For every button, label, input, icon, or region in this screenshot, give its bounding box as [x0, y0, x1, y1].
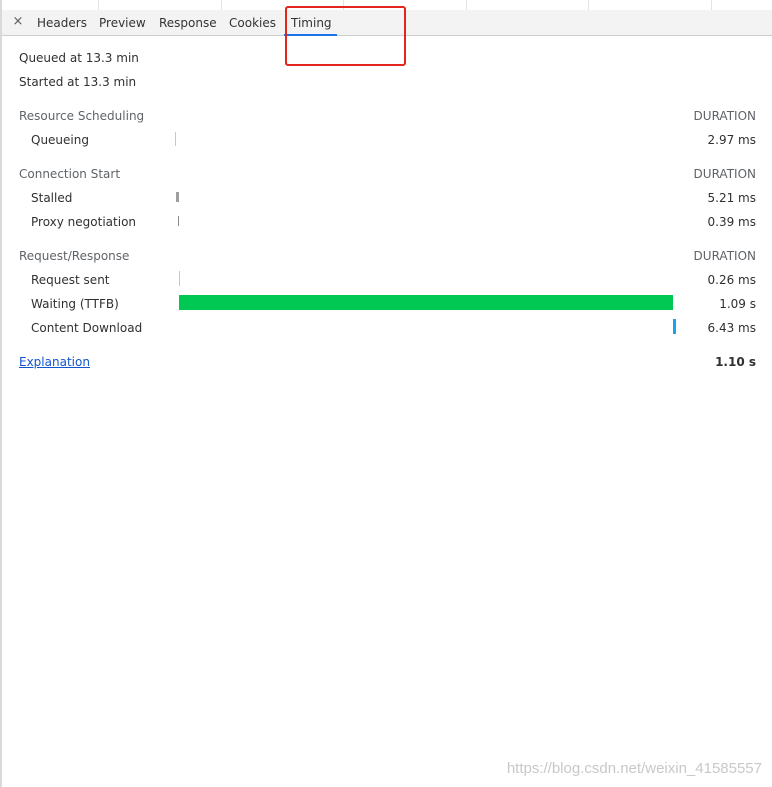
timing-bar-content-download — [673, 319, 676, 334]
timing-value-stalled: 5.21 ms — [707, 191, 756, 205]
grid-column-divider — [711, 0, 712, 10]
left-edge-border — [0, 0, 2, 787]
timing-value-request-sent: 0.26 ms — [707, 273, 756, 287]
started-at-text: Started at 13.3 min — [19, 75, 137, 89]
duration-header: DURATION — [693, 249, 756, 263]
section-title-request-response: Request/Response — [19, 249, 130, 263]
tab-response[interactable]: Response — [159, 10, 217, 36]
timing-label-stalled: Stalled — [31, 191, 73, 205]
timing-label-proxy-negotiation: Proxy negotiation — [31, 215, 137, 229]
section-title-resource-scheduling: Resource Scheduling — [19, 109, 145, 123]
grid-column-divider — [98, 0, 99, 10]
close-icon[interactable]: × — [11, 14, 25, 30]
queued-at-text: Queued at 13.3 min — [19, 51, 139, 65]
timing-label-request-sent: Request sent — [31, 273, 110, 287]
timing-value-waiting-ttfb: 1.09 s — [719, 297, 756, 311]
timing-value-proxy-negotiation: 0.39 ms — [707, 215, 756, 229]
timing-bar-request-sent — [179, 271, 180, 286]
timing-value-content-download: 6.43 ms — [707, 321, 756, 335]
explanation-link[interactable]: Explanation — [19, 355, 90, 369]
duration-header: DURATION — [693, 109, 756, 123]
section-title-connection-start: Connection Start — [19, 167, 121, 181]
tab-headers[interactable]: Headers — [37, 10, 87, 36]
tab-preview[interactable]: Preview — [99, 10, 146, 36]
annotation-highlight-box — [285, 6, 406, 66]
timing-bar-proxy-negotiation — [178, 216, 179, 226]
total-duration: 1.10 s — [715, 355, 756, 369]
timing-bar-waiting-ttfb — [179, 295, 673, 310]
timing-bar-queueing — [175, 132, 176, 146]
grid-column-divider — [221, 0, 222, 10]
grid-column-divider — [588, 0, 589, 10]
timing-label-waiting-ttfb: Waiting (TTFB) — [31, 297, 119, 311]
duration-header: DURATION — [693, 167, 756, 181]
timing-label-content-download: Content Download — [31, 321, 143, 335]
timing-label-queueing: Queueing — [31, 133, 89, 147]
grid-column-divider — [466, 0, 467, 10]
watermark-text: https://blog.csdn.net/weixin_41585557 — [506, 760, 762, 777]
timing-value-queueing: 2.97 ms — [707, 133, 756, 147]
timing-bar-stalled — [176, 192, 179, 202]
tab-cookies[interactable]: Cookies — [229, 10, 276, 36]
